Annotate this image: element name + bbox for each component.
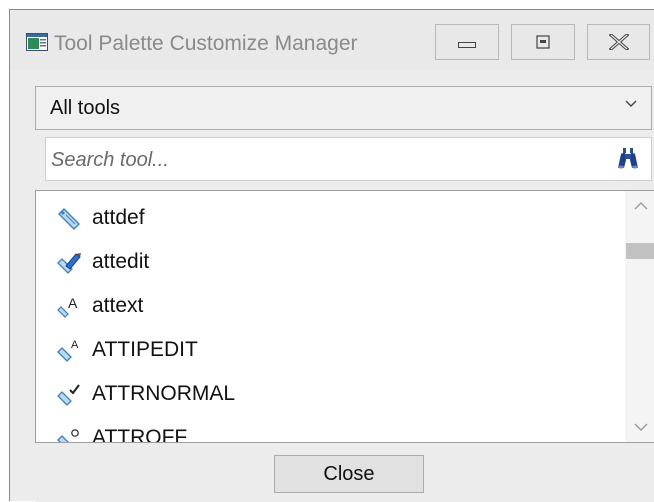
tool-label: attext <box>92 294 144 317</box>
scroll-down-arrow-icon[interactable] <box>634 423 648 432</box>
tag-text-icon: A <box>57 339 79 362</box>
svg-text:A: A <box>68 295 78 311</box>
window-title: Tool Palette Customize Manager <box>54 32 358 55</box>
svg-text:A: A <box>71 339 79 351</box>
tool-list[interactable]: attdef attedit A attext A ATTIPEDIT ATTR… <box>35 190 654 443</box>
tool-label: ATTRNORMAL <box>92 382 236 405</box>
tag-edit-icon <box>57 253 81 274</box>
binoculars-search-icon[interactable] <box>615 146 641 170</box>
dialog-footer: Close <box>35 444 654 502</box>
minimize-button[interactable] <box>435 24 499 60</box>
list-item-attedit[interactable]: attedit <box>36 240 624 284</box>
tag-icon <box>58 208 80 230</box>
tool-filter-dropdown[interactable]: All tools <box>35 86 652 130</box>
tool-label: attdef <box>92 206 145 229</box>
title-bar[interactable]: Tool Palette Customize Manager <box>10 10 654 70</box>
tool-filter-value: All tools <box>50 97 121 119</box>
attribute-extract-icon: A <box>57 295 78 318</box>
tag-check-icon <box>57 384 80 406</box>
maximize-icon <box>536 35 550 49</box>
maximize-button[interactable] <box>511 24 575 60</box>
tool-label: attedit <box>92 250 150 273</box>
tool-label: ATTIPEDIT <box>92 338 198 361</box>
close-icon <box>608 34 629 50</box>
list-item-attrnormal[interactable]: ATTRNORMAL <box>36 372 624 416</box>
tool-label: ATTROFF <box>92 426 188 443</box>
palette-window-icon <box>26 33 48 51</box>
list-item-attext[interactable]: A attext <box>36 284 624 328</box>
chevron-down-icon <box>625 100 637 107</box>
close-window-button[interactable] <box>587 24 650 60</box>
search-tool-input[interactable] <box>49 144 593 176</box>
minimize-icon <box>458 42 476 48</box>
vertical-scrollbar[interactable] <box>625 191 654 442</box>
search-box <box>45 137 652 181</box>
close-button[interactable]: Close <box>274 455 424 493</box>
list-item-attipedit[interactable]: A ATTIPEDIT <box>36 328 624 372</box>
list-item-attroff[interactable]: ATTROFF <box>36 416 624 443</box>
list-item-attdef[interactable]: attdef <box>36 196 624 240</box>
scrollbar-thumb[interactable] <box>626 243 654 259</box>
scroll-up-arrow-icon[interactable] <box>634 201 648 210</box>
tool-palette-customize-manager-window: Tool Palette Customize Manager All tools <box>9 9 654 502</box>
tag-off-icon <box>57 429 79 442</box>
